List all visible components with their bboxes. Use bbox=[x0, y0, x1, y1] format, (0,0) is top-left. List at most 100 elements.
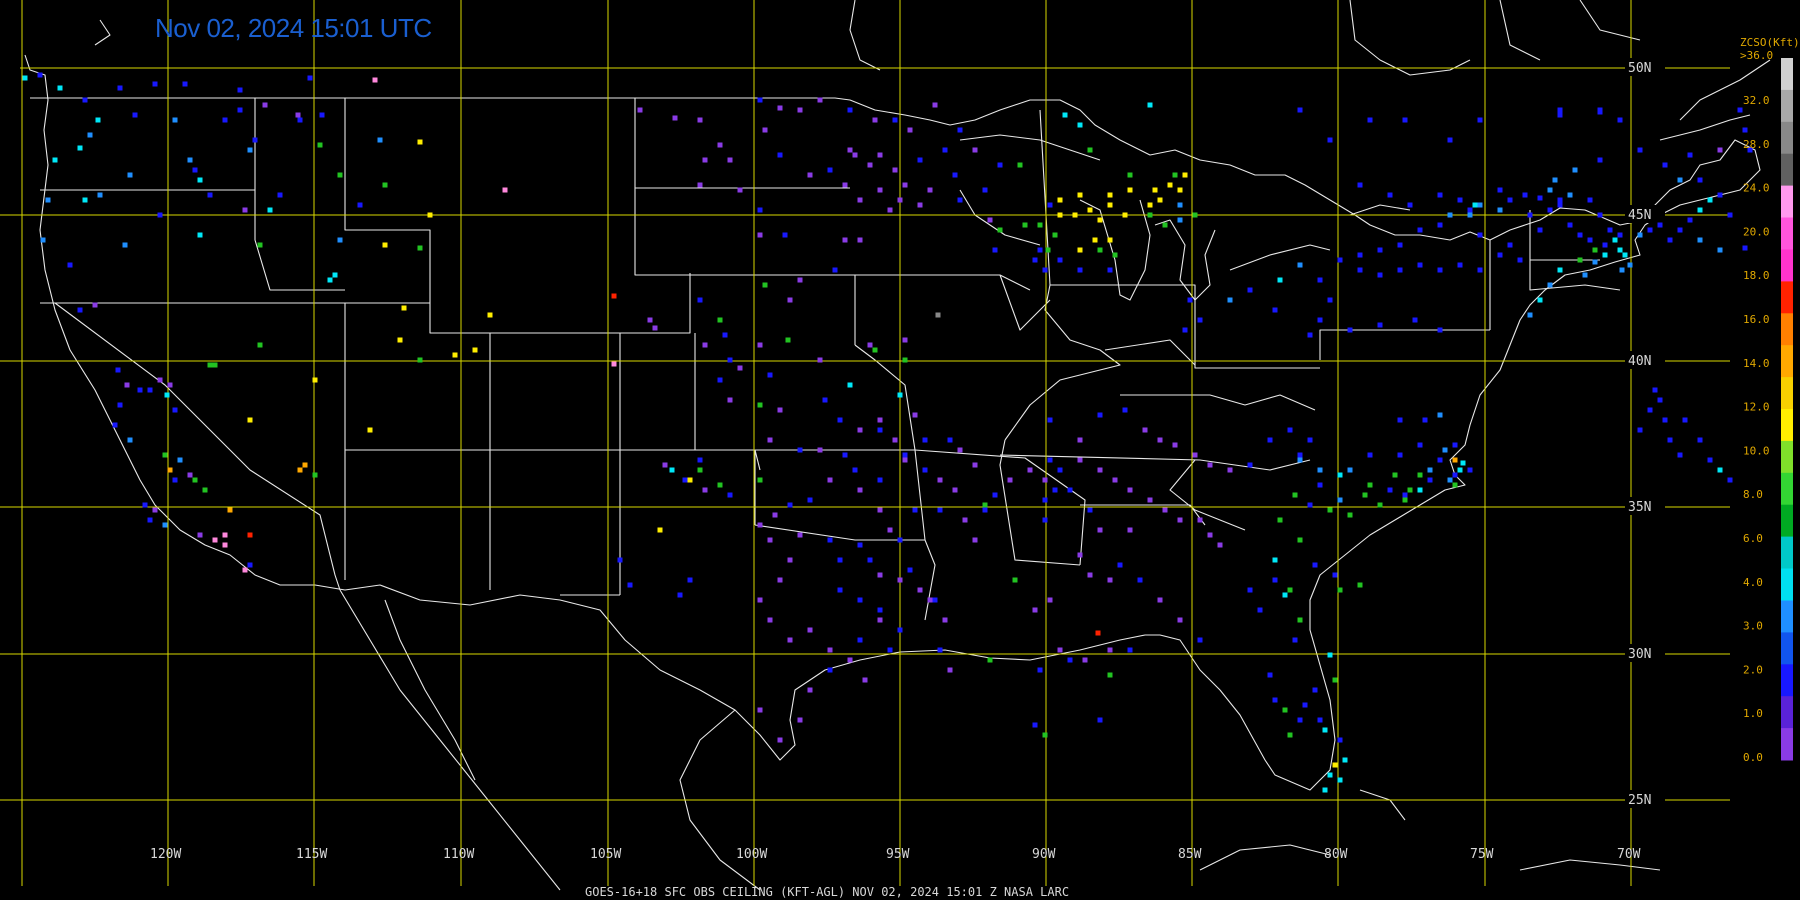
lon-label-115w: 115W bbox=[296, 847, 327, 862]
station-obs-marker bbox=[1112, 252, 1118, 258]
station-obs-marker bbox=[1092, 237, 1098, 243]
station-obs-marker bbox=[1122, 212, 1128, 218]
station-obs-marker bbox=[1727, 212, 1733, 218]
station-obs-marker bbox=[95, 117, 101, 123]
station-obs-marker bbox=[1587, 197, 1593, 203]
station-obs-marker bbox=[1097, 717, 1103, 723]
station-obs-marker bbox=[1637, 427, 1643, 433]
station-obs-marker bbox=[1282, 707, 1288, 713]
legend-band bbox=[1781, 568, 1793, 601]
station-obs-marker bbox=[1087, 572, 1093, 578]
station-obs-marker bbox=[1597, 157, 1603, 163]
station-obs-marker bbox=[1032, 607, 1038, 613]
station-obs-marker bbox=[127, 437, 133, 443]
station-obs-marker bbox=[312, 472, 318, 478]
station-obs-marker bbox=[337, 237, 343, 243]
lon-label-105w: 105W bbox=[590, 847, 621, 862]
station-obs-marker bbox=[1052, 232, 1058, 238]
product-footer: GOES-16+18 SFC OBS CEILING (KFT-AGL) NOV… bbox=[585, 885, 1069, 899]
station-obs-marker bbox=[982, 502, 988, 508]
station-obs-marker bbox=[847, 657, 853, 663]
station-obs-marker bbox=[767, 372, 773, 378]
station-obs-marker bbox=[1052, 487, 1058, 493]
station-obs-marker bbox=[1307, 437, 1313, 443]
station-obs-marker bbox=[937, 477, 943, 483]
station-obs-marker bbox=[212, 362, 218, 368]
station-obs-marker bbox=[1537, 227, 1543, 233]
station-obs-marker bbox=[1507, 197, 1513, 203]
station-obs-marker bbox=[1037, 222, 1043, 228]
station-obs-marker bbox=[827, 537, 833, 543]
station-obs-marker bbox=[717, 482, 723, 488]
station-obs-marker bbox=[242, 567, 248, 573]
station-obs-marker bbox=[897, 627, 903, 633]
station-obs-marker bbox=[1627, 262, 1633, 268]
station-obs-marker bbox=[1377, 247, 1383, 253]
station-obs-marker bbox=[1637, 147, 1643, 153]
station-obs-marker bbox=[902, 182, 908, 188]
legend-band bbox=[1781, 185, 1793, 218]
station-obs-marker bbox=[1647, 227, 1653, 233]
station-obs-marker bbox=[1437, 222, 1443, 228]
station-obs-marker bbox=[1272, 557, 1278, 563]
station-obs-marker bbox=[787, 297, 793, 303]
station-obs-marker bbox=[1017, 162, 1023, 168]
station-obs-marker bbox=[842, 182, 848, 188]
station-obs-marker bbox=[727, 492, 733, 498]
station-obs-marker bbox=[1127, 487, 1133, 493]
station-obs-marker bbox=[1567, 192, 1573, 198]
station-obs-marker bbox=[672, 115, 678, 121]
legend-band bbox=[1781, 377, 1793, 410]
station-obs-marker bbox=[902, 452, 908, 458]
station-obs-marker bbox=[192, 477, 198, 483]
station-obs-marker bbox=[722, 332, 728, 338]
station-obs-marker bbox=[1177, 617, 1183, 623]
legend-tick-label: 12.0 bbox=[1743, 401, 1770, 414]
station-obs-marker bbox=[1117, 562, 1123, 568]
legend-tick-label: 10.0 bbox=[1743, 444, 1770, 457]
station-obs-marker bbox=[247, 147, 253, 153]
station-obs-marker bbox=[252, 137, 258, 143]
station-obs-marker bbox=[1417, 262, 1423, 268]
station-obs-marker bbox=[1347, 512, 1353, 518]
station-obs-marker bbox=[487, 312, 493, 318]
station-obs-marker bbox=[1617, 247, 1623, 253]
station-obs-marker bbox=[727, 357, 733, 363]
station-obs-marker bbox=[1107, 237, 1113, 243]
station-obs-marker bbox=[1217, 542, 1223, 548]
station-obs-marker bbox=[1087, 147, 1093, 153]
observation-timestamp: Nov 02, 2024 15:01 UTC bbox=[155, 13, 432, 43]
station-obs-marker bbox=[717, 317, 723, 323]
station-obs-marker bbox=[1417, 227, 1423, 233]
station-obs-marker bbox=[997, 162, 1003, 168]
station-obs-marker bbox=[757, 232, 763, 238]
station-obs-marker bbox=[887, 207, 893, 213]
station-obs-marker bbox=[972, 462, 978, 468]
station-obs-marker bbox=[1437, 192, 1443, 198]
station-obs-marker bbox=[857, 237, 863, 243]
station-obs-marker bbox=[192, 167, 198, 173]
station-obs-marker bbox=[1447, 477, 1453, 483]
station-obs-marker bbox=[797, 532, 803, 538]
station-obs-marker bbox=[1342, 757, 1348, 763]
station-obs-marker bbox=[1127, 527, 1133, 533]
station-obs-marker bbox=[1077, 267, 1083, 273]
station-obs-marker bbox=[222, 532, 228, 538]
station-obs-marker bbox=[227, 507, 233, 513]
station-obs-marker bbox=[1397, 242, 1403, 248]
station-obs-marker bbox=[1457, 262, 1463, 268]
station-obs-marker bbox=[1047, 202, 1053, 208]
station-obs-marker bbox=[267, 207, 273, 213]
station-obs-marker bbox=[1477, 202, 1483, 208]
station-obs-marker bbox=[1527, 212, 1533, 218]
station-obs-marker bbox=[1717, 192, 1723, 198]
station-obs-marker bbox=[1207, 462, 1213, 468]
station-obs-marker bbox=[172, 407, 178, 413]
station-obs-marker bbox=[1507, 242, 1513, 248]
legend-band bbox=[1781, 153, 1793, 187]
station-obs-marker bbox=[1592, 247, 1598, 253]
station-obs-marker bbox=[762, 127, 768, 133]
station-obs-marker bbox=[1037, 247, 1043, 253]
station-obs-marker bbox=[757, 522, 763, 528]
station-obs-marker bbox=[82, 197, 88, 203]
